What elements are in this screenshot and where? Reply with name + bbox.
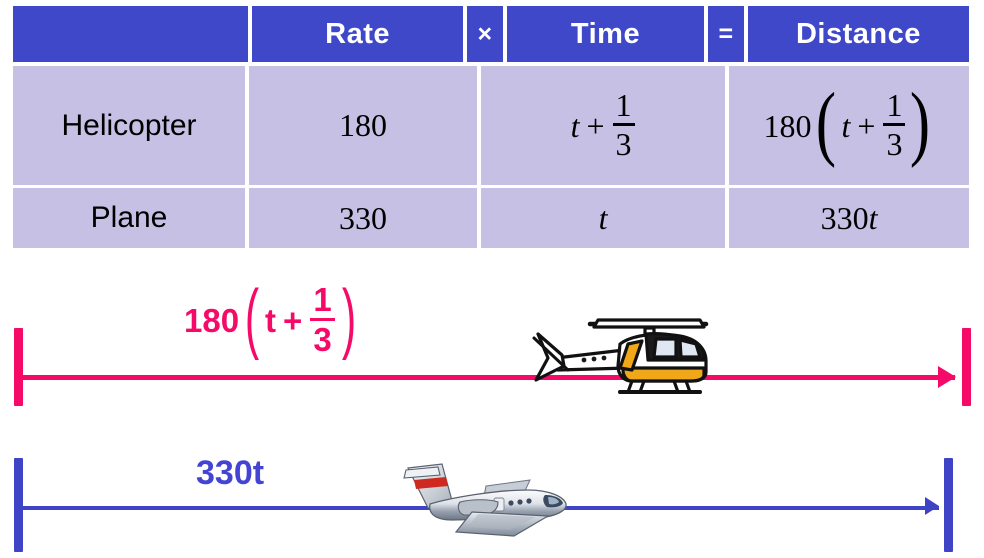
header-cell-multiply-operator: × bbox=[467, 6, 503, 62]
plane-distance-diagram: 330t bbox=[0, 440, 984, 558]
fraction-denominator: 3 bbox=[313, 321, 332, 358]
header-cell-equals-operator: = bbox=[708, 6, 744, 62]
helicopter-distance-line bbox=[17, 375, 955, 380]
helicopter-icon bbox=[532, 318, 709, 394]
coefficient-180: 180 bbox=[763, 107, 812, 144]
plane-distance-label: 330t bbox=[196, 454, 265, 492]
expression-t-plus-one-third: t + 1 3 bbox=[570, 87, 636, 162]
helicopter-left-endpoint-tick bbox=[14, 328, 23, 406]
plane-left-endpoint-tick bbox=[14, 458, 23, 552]
helicopter-right-endpoint-tick bbox=[962, 328, 971, 406]
variable-t: t bbox=[841, 107, 851, 144]
plus-sign: + bbox=[857, 107, 876, 144]
fraction-one-third: 1 3 bbox=[310, 281, 335, 358]
coefficient-180: 180 bbox=[184, 302, 240, 339]
variable-t: t bbox=[598, 199, 608, 236]
expression-330t: 330 t bbox=[821, 202, 878, 234]
cell-helicopter-time: t + 1 3 bbox=[481, 66, 726, 185]
fraction-denominator: 3 bbox=[615, 126, 632, 162]
plus-sign: + bbox=[283, 302, 303, 339]
cell-plane-rate: 330 bbox=[249, 188, 478, 248]
coefficient-330: 330 bbox=[820, 200, 869, 236]
plane-arrowhead-icon bbox=[925, 497, 939, 515]
table-row: Plane 330 t 330 t bbox=[13, 188, 969, 248]
table-row: Helicopter 180 t + 1 3 180 ( t + 1 3) bbox=[13, 66, 969, 185]
cell-plane-time: t bbox=[481, 188, 726, 248]
variable-t: t bbox=[265, 302, 277, 339]
header-cell-rate: Rate bbox=[251, 6, 464, 62]
header-cell-corner bbox=[13, 6, 248, 62]
fraction-denominator: 3 bbox=[886, 126, 903, 162]
helicopter-distance-diagram: 180 ( t + 1 3 ) bbox=[0, 272, 984, 416]
plus-sign: + bbox=[586, 107, 605, 144]
cell-plane-distance: 330 t bbox=[729, 188, 969, 248]
fraction-one-third: 1 3 bbox=[883, 87, 906, 162]
fraction-numerator: 1 bbox=[886, 87, 903, 123]
fraction-one-third: 1 3 bbox=[612, 87, 635, 162]
variable-t: t bbox=[570, 107, 580, 144]
cell-helicopter-distance: 180 ( t + 1 3 ) bbox=[729, 66, 969, 185]
expression-180-times-t-plus-one-third: 180 ( t + 1 3 ) bbox=[184, 272, 362, 361]
airplane-icon bbox=[403, 463, 567, 537]
cell-helicopter-rate: 180 bbox=[249, 66, 478, 185]
table-header-row: Rate × Time = Distance bbox=[13, 6, 969, 62]
helicopter-arrowhead-icon bbox=[938, 366, 956, 388]
header-cell-distance: Distance bbox=[747, 6, 969, 62]
cell-helicopter-label: Helicopter bbox=[13, 66, 246, 185]
expression-180-times-t-plus-one-third: 180 ( t + 1 3 ) bbox=[763, 76, 935, 170]
header-cell-time: Time bbox=[506, 6, 705, 62]
fraction-numerator: 1 bbox=[313, 281, 332, 318]
left-parenthesis: ( bbox=[244, 272, 260, 361]
fraction-numerator: 1 bbox=[615, 87, 632, 123]
cell-plane-label: Plane bbox=[13, 188, 246, 248]
left-parenthesis: ( bbox=[815, 76, 836, 170]
helicopter-distance-label: 180 ( t + 1 3 ) bbox=[184, 272, 362, 361]
plane-right-endpoint-tick bbox=[944, 458, 953, 552]
variable-t: t bbox=[868, 200, 878, 236]
rate-time-distance-table: Rate × Time = Distance Helicopter 180 t … bbox=[13, 6, 969, 248]
right-parenthesis: ) bbox=[341, 272, 356, 361]
right-parenthesis: ) bbox=[910, 76, 931, 170]
